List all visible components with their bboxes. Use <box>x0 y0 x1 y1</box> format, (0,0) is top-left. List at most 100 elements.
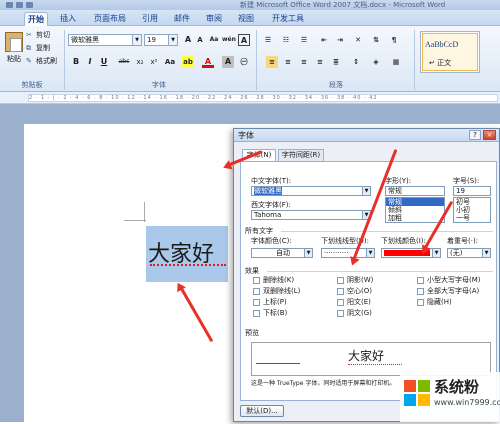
horizontal-ruler[interactable]: 2 · 1 · | · 2 · 4 · 6 · 8 · 10 · 12 · 14… <box>0 92 500 104</box>
tab-view[interactable]: 视图 <box>234 12 258 26</box>
emboss-checkbox[interactable]: 阳文(E) <box>337 298 371 307</box>
paragraph-group-label: 段落 <box>329 81 343 89</box>
clear-format-button[interactable]: Aa <box>208 34 220 46</box>
chinese-font-select[interactable]: 微软雅黑 ▼ <box>251 186 371 196</box>
chevron-down-icon[interactable]: ▼ <box>168 35 177 45</box>
italic-button[interactable]: I <box>84 56 96 68</box>
chevron-down-icon[interactable]: ▼ <box>362 187 370 195</box>
font-size-combo[interactable]: 19 ▼ <box>144 34 178 46</box>
quick-styles-gallery[interactable]: AaBbCcD ↵ 正文 <box>420 31 480 73</box>
bullets-button[interactable]: ☰ <box>262 34 274 46</box>
chevron-down-icon[interactable]: ▼ <box>366 249 374 257</box>
font-name-combo[interactable]: 微软雅黑 ▼ <box>68 34 142 46</box>
default-button[interactable]: 默认(D)... <box>240 405 284 417</box>
grow-font-button[interactable]: A <box>182 34 194 46</box>
sort-button[interactable]: ⇅ <box>370 34 382 46</box>
chevron-down-icon[interactable]: ▼ <box>304 249 312 257</box>
checkbox-label: 阴文(G) <box>347 309 372 317</box>
pinyin-button[interactable]: wén <box>222 34 236 46</box>
multilevel-list-button[interactable]: ☰ <box>298 34 310 46</box>
font-color-select[interactable]: 自动 ▼ <box>251 248 313 258</box>
line-spacing-button[interactable]: ↕ <box>350 56 362 68</box>
list-item[interactable]: 一号 <box>454 214 490 222</box>
dotted-red-underline <box>150 264 226 266</box>
underline-style-select[interactable]: ··········· ▼ <box>321 248 375 258</box>
section-divider <box>281 231 493 232</box>
tab-review[interactable]: 审阅 <box>202 12 226 26</box>
char-shading-button[interactable]: A <box>222 56 234 68</box>
align-left-button[interactable]: ≡ <box>266 56 278 68</box>
tab-page-layout[interactable]: 页面布局 <box>90 12 130 26</box>
show-marks-button[interactable]: ¶ <box>388 34 400 46</box>
shading-button[interactable]: ◈ <box>370 56 382 68</box>
chinese-font-label: 中文字体(T): <box>251 177 292 185</box>
strikethrough-checkbox[interactable]: 删除线(K) <box>253 276 294 285</box>
tab-home[interactable]: 开始 <box>24 12 48 26</box>
highlight-button[interactable]: ab <box>182 56 194 68</box>
list-item[interactable]: 加粗 <box>386 214 444 222</box>
chevron-down-icon[interactable]: ▼ <box>432 249 440 257</box>
underline-color-select[interactable]: ▼ <box>381 248 441 258</box>
superscript-button[interactable]: x² <box>148 56 160 68</box>
shrink-font-button[interactable]: A <box>194 34 206 46</box>
numbering-button[interactable]: ☷ <box>280 34 292 46</box>
preview-underline <box>348 364 402 365</box>
font-style-list[interactable]: 常规 倾斜 加粗 <box>385 197 445 223</box>
paste-button[interactable]: 粘贴 <box>2 30 26 70</box>
list-item[interactable]: 小初 <box>454 206 490 214</box>
paste-icon <box>5 32 23 52</box>
help-button[interactable]: ? <box>469 130 481 140</box>
align-right-button[interactable]: ≡ <box>298 56 310 68</box>
all-caps-checkbox[interactable]: 全部大写字母(A) <box>417 287 479 296</box>
chevron-down-icon[interactable]: ▼ <box>482 249 490 257</box>
quick-access-toolbar[interactable] <box>6 1 46 9</box>
char-border-button[interactable]: A <box>238 34 250 46</box>
dialog-title-bar: 字体 ? × <box>234 129 499 142</box>
copy-button[interactable]: ⧉ 复制 <box>26 43 50 54</box>
enclose-char-button[interactable]: ㊀ <box>238 56 250 68</box>
chinese-layout-button[interactable]: ✕ <box>352 34 364 46</box>
tab-mailings[interactable]: 邮件 <box>170 12 194 26</box>
underline-button[interactable]: U <box>98 56 110 68</box>
engrave-checkbox[interactable]: 阴文(G) <box>337 309 372 318</box>
double-strikethrough-checkbox[interactable]: 双删除线(L) <box>253 287 300 296</box>
cut-button[interactable]: ✂ 剪切 <box>26 30 50 41</box>
small-caps-checkbox[interactable]: 小型大写字母(M) <box>417 276 481 285</box>
chevron-down-icon[interactable]: ▼ <box>132 35 141 45</box>
tab-developer[interactable]: 开发工具 <box>268 12 308 26</box>
list-item[interactable]: 初号 <box>454 198 490 206</box>
cut-label: 剪切 <box>36 31 50 39</box>
brush-icon: ✎ <box>26 57 32 65</box>
emphasis-mark-select[interactable]: (无) ▼ <box>447 248 491 258</box>
hidden-checkbox[interactable]: 隐藏(H) <box>417 298 452 307</box>
chinese-font-value: 微软雅黑 <box>254 187 282 195</box>
font-size-list[interactable]: 初号 小初 一号 <box>453 197 491 223</box>
subscript-checkbox[interactable]: 下标(B) <box>253 309 287 318</box>
subscript-button[interactable]: x₂ <box>134 56 146 68</box>
increase-indent-button[interactable]: ⇥ <box>334 34 346 46</box>
strikethrough-button[interactable]: abc <box>116 56 132 68</box>
list-item[interactable]: 倾斜 <box>386 206 444 214</box>
change-case-button[interactable]: Aa <box>164 56 176 68</box>
western-font-select[interactable]: Tahoma ▼ <box>251 210 371 220</box>
tab-character-spacing[interactable]: 字符间距(R) <box>278 149 324 161</box>
superscript-checkbox[interactable]: 上标(P) <box>253 298 287 307</box>
bold-button[interactable]: B <box>70 56 82 68</box>
borders-button[interactable]: ▦ <box>390 56 402 68</box>
list-item[interactable]: 常规 <box>386 198 444 206</box>
font-color-button[interactable]: A <box>202 56 214 68</box>
shadow-checkbox[interactable]: 阴影(W) <box>337 276 373 285</box>
outline-checkbox[interactable]: 空心(O) <box>337 287 372 296</box>
tab-insert[interactable]: 插入 <box>56 12 80 26</box>
align-center-button[interactable]: ≡ <box>282 56 294 68</box>
close-button[interactable]: × <box>483 130 496 140</box>
tab-references[interactable]: 引用 <box>138 12 162 26</box>
checkbox-label: 全部大写字母(A) <box>427 287 480 295</box>
font-style-input[interactable]: 常规 <box>385 186 445 196</box>
justify-button[interactable]: ≡ <box>314 56 326 68</box>
selected-text-block[interactable]: 大家好 <box>146 226 228 282</box>
format-painter-button[interactable]: ✎ 格式刷 <box>26 56 57 67</box>
distribute-button[interactable]: ≣ <box>330 56 342 68</box>
font-size-input[interactable]: 19 <box>453 186 491 196</box>
decrease-indent-button[interactable]: ⇤ <box>318 34 330 46</box>
